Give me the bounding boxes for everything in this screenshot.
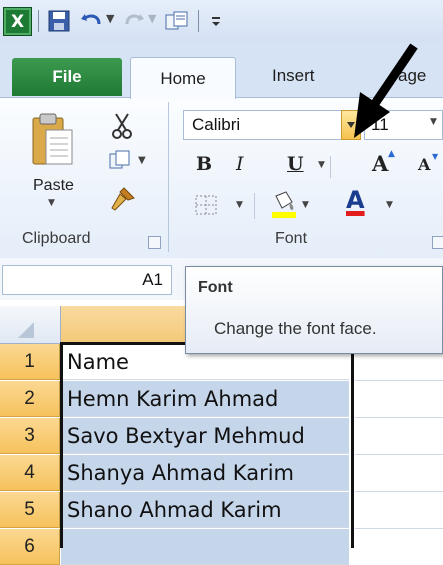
group-separator (168, 102, 169, 252)
gridline (355, 380, 443, 381)
gridline (355, 454, 443, 455)
select-all-triangle-icon (18, 322, 34, 338)
borders-icon[interactable] (194, 194, 218, 220)
italic-button[interactable]: I (236, 153, 244, 175)
gridline (355, 491, 443, 492)
gridline (355, 417, 443, 418)
tooltip-title: Font (198, 279, 233, 296)
font-name-combobox[interactable]: Calibri (183, 110, 343, 140)
shrink-arrow-icon: ▼ (432, 152, 439, 161)
save-icon[interactable] (46, 8, 72, 34)
font-color-button[interactable]: A (346, 186, 365, 214)
underline-dropdown-icon[interactable]: ▼ (318, 160, 325, 170)
fill-color-dropdown-icon[interactable]: ▼ (302, 200, 309, 210)
tab-insert[interactable]: Insert (272, 66, 315, 86)
redo-icon (122, 8, 148, 34)
toolbar-separator (38, 10, 39, 32)
paste-button-label[interactable]: Paste (33, 177, 74, 195)
clipboard-launcher-icon[interactable] (148, 236, 161, 249)
tab-file[interactable]: File (12, 58, 122, 96)
row-header[interactable]: 6 (0, 529, 60, 565)
clipboard-group-label: Clipboard (22, 230, 91, 247)
font-launcher-icon[interactable] (432, 236, 443, 249)
underline-button[interactable]: U (287, 153, 304, 175)
undo-dropdown-icon[interactable]: ▼ (106, 12, 114, 25)
separator (330, 156, 331, 178)
toolbar-separator (198, 10, 199, 32)
format-painter-icon[interactable] (108, 186, 136, 216)
paste-special-icon[interactable] (164, 8, 190, 34)
copy-icon[interactable] (108, 150, 134, 176)
undo-icon[interactable] (78, 8, 104, 34)
copy-dropdown-icon[interactable]: ▼ (138, 155, 146, 166)
row-header[interactable]: 1 (0, 344, 60, 380)
row-header[interactable]: 4 (0, 455, 60, 491)
font-color-dropdown-icon[interactable]: ▼ (386, 200, 393, 210)
separator (254, 193, 255, 219)
pointer-arrow-icon (352, 42, 422, 146)
bold-button[interactable]: B (196, 153, 212, 175)
font-tooltip: Font Change the font face. (185, 266, 443, 354)
tab-home[interactable]: Home (130, 57, 236, 99)
borders-dropdown-icon[interactable]: ▼ (236, 200, 243, 210)
row-header[interactable]: 2 (0, 381, 60, 417)
grow-font-button[interactable]: A (372, 151, 388, 176)
customize-toolbar-icon[interactable] (203, 8, 229, 34)
redo-dropdown-icon: ▼ (148, 12, 157, 25)
tooltip-description: Change the font face. (214, 319, 377, 338)
font-size-dropdown-icon[interactable]: ▼ (430, 117, 437, 127)
name-box[interactable]: A1 (2, 265, 172, 295)
gridline (355, 528, 443, 529)
shrink-font-button[interactable]: A (418, 155, 430, 174)
row-header[interactable]: 3 (0, 418, 60, 454)
fill-color-icon[interactable] (270, 190, 300, 224)
selection-border (60, 342, 354, 548)
row-header[interactable]: 5 (0, 492, 60, 528)
font-group-label: Font (275, 230, 308, 247)
paste-dropdown-icon[interactable]: ▼ (48, 198, 55, 208)
grow-arrow-icon: ▲ (388, 149, 395, 159)
cut-icon[interactable] (110, 112, 134, 144)
excel-logo-icon[interactable]: X (3, 7, 32, 36)
paste-icon[interactable] (30, 110, 74, 172)
